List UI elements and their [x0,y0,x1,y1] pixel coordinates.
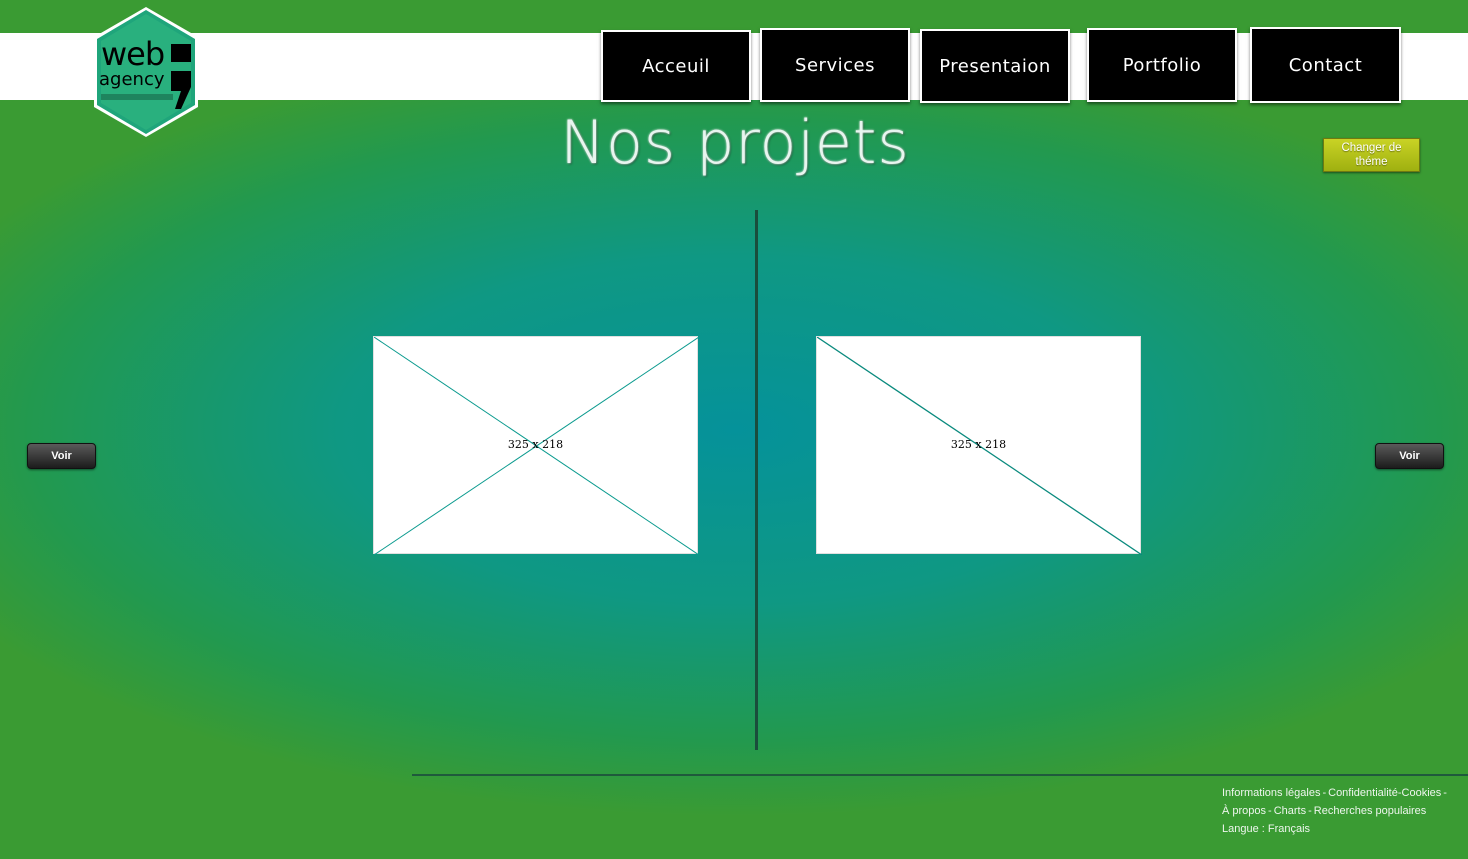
voir-button-left[interactable]: Voir [27,443,96,469]
project-image-placeholder: 325 x 218 [816,336,1142,555]
footer-links: Informations légales - Confidentialité-Coo… [1222,787,1447,835]
logo-text-web: web [101,35,165,73]
footer-link-cookies[interactable]: Cookies [1402,787,1442,799]
nav-label: Presentaion [939,55,1051,77]
footer-link-a-propos[interactable]: À propos [1222,805,1266,817]
placeholder-size-label: 325 x 218 [507,438,564,451]
nav-item-services[interactable]: Services [760,28,910,102]
logo-text-agency: agency [99,69,165,90]
footer-link-charts[interactable]: Charts [1274,805,1306,817]
change-theme-button[interactable]: Changer de théme [1323,138,1420,172]
footer-link-informations-legales[interactable]: Informations légales [1222,787,1320,799]
nav-label: Services [795,54,875,76]
footer-language[interactable]: Langue : Français [1222,823,1310,835]
nav-item-portfolio[interactable]: Portfolio [1087,28,1237,102]
nav-label: Acceuil [642,55,710,77]
nav-item-acceuil[interactable]: Acceuil [601,30,751,102]
project-image-placeholder: 325 x 218 [373,336,699,555]
voir-button-right[interactable]: Voir [1375,443,1444,469]
footer-link-recherches-populaires[interactable]: Recherches populaires [1314,805,1427,817]
nav-item-presentaion[interactable]: Presentaion [920,29,1070,103]
page-title: Nos projets [560,108,910,178]
vertical-divider [755,210,758,750]
nav-label: Portfolio [1122,54,1202,76]
nav-item-contact[interactable]: Contact [1250,27,1401,103]
placeholder-size-label: 325 x 218 [950,438,1007,451]
logo[interactable]: web agency [91,5,201,139]
footer-divider [412,774,1468,776]
nav-label: Contact [1288,54,1363,76]
footer-link-confidentialite[interactable]: Confidentialité [1328,787,1398,799]
